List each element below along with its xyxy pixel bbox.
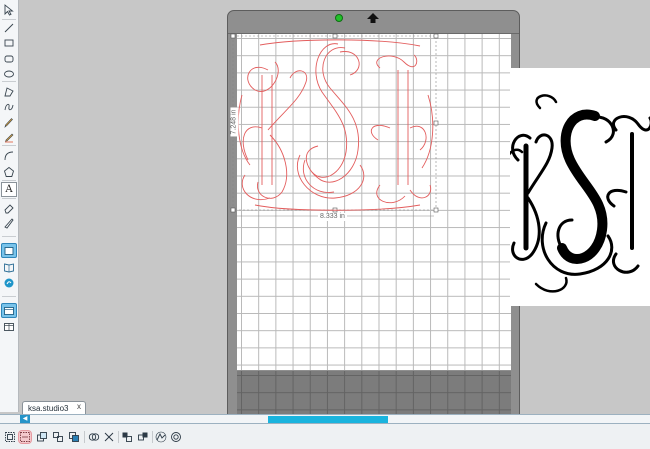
toolbar-divider <box>152 431 153 443</box>
document-tab-label: ksa.studio3 <box>28 403 69 413</box>
scroll-thumb[interactable] <box>268 416 388 423</box>
trace-icon[interactable] <box>154 430 168 444</box>
bottom-toolbar <box>0 424 650 449</box>
bring-forward-icon[interactable] <box>67 430 81 444</box>
group-icon[interactable] <box>3 430 17 444</box>
compound-path-icon[interactable] <box>35 430 49 444</box>
ungroup-icon[interactable] <box>18 430 32 444</box>
mirror-icon[interactable] <box>136 430 150 444</box>
monogram-cut-lines[interactable] <box>237 39 434 211</box>
scroll-left-icon[interactable]: ◀ <box>20 415 30 423</box>
replicate-icon[interactable] <box>120 430 134 444</box>
horizontal-scrollbar[interactable]: ◀ <box>0 414 650 424</box>
width-dimension-label: 8.333 in <box>318 213 347 221</box>
close-tab-icon[interactable]: x <box>77 402 81 411</box>
monogram-preview <box>510 94 650 293</box>
release-compound-icon[interactable] <box>51 430 65 444</box>
toolbar-divider <box>118 431 119 443</box>
delete-icon[interactable] <box>102 430 116 444</box>
selection-box <box>232 35 437 211</box>
preview-panel <box>510 68 650 306</box>
toolbar-divider <box>84 431 85 443</box>
height-dimension-label: 7.248 in <box>230 107 239 137</box>
document-tab[interactable]: ksa.studio3 x <box>22 401 86 414</box>
weld-icon[interactable] <box>87 430 101 444</box>
offset-icon[interactable] <box>169 430 183 444</box>
